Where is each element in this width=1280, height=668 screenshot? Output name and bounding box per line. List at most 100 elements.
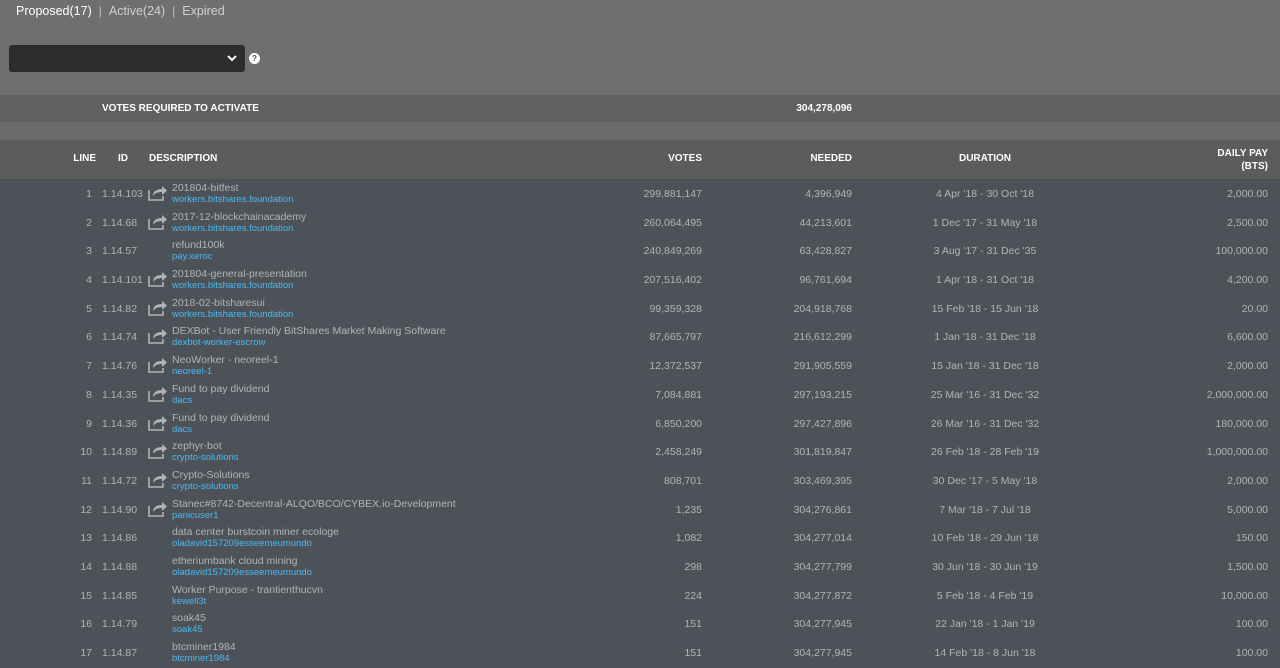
row-id: 1.14.86 <box>102 532 138 545</box>
worker-account-link[interactable]: dacs <box>172 424 269 435</box>
tab-proposed[interactable]: Proposed(17) <box>16 4 92 18</box>
share-icon[interactable] <box>148 472 168 488</box>
row-line: 13 <box>80 532 92 545</box>
worker-account-link[interactable]: workers.bitshares.foundation <box>172 309 293 320</box>
row-votes: 299,881,147 <box>643 188 702 200</box>
worker-name: NeoWorker - neoreel-1 <box>172 354 279 367</box>
worker-account-link[interactable]: kewell3t <box>172 596 323 607</box>
column-header-description[interactable]: DESCRIPTION <box>149 153 217 164</box>
row-duration: 15 Feb '18 - 15 Jun '18 <box>931 302 1039 315</box>
row-needed: 216,612,299 <box>793 331 852 344</box>
row-id: 1.14.68 <box>102 216 138 229</box>
worker-account-link[interactable]: crypto-solutions <box>172 452 239 463</box>
worker-name: 2018-02-bitsharesui <box>172 296 265 309</box>
share-icon[interactable] <box>148 501 168 517</box>
row-votes: 260,064,495 <box>643 216 702 229</box>
row-votes: 207,516,402 <box>643 274 702 287</box>
worker-name: btcminer1984 <box>172 641 236 653</box>
row-line: 9 <box>86 417 92 430</box>
row-line: 1 <box>86 188 92 200</box>
row-duration: 5 Feb '18 - 4 Feb '19 <box>936 589 1034 602</box>
worker-name: Fund to pay dividend <box>172 382 270 395</box>
share-icon[interactable] <box>148 415 168 431</box>
table-row: 16 1.14.79 soak45 soak45 151 304,277,945 22 Ja… <box>0 610 1280 639</box>
worker-account-link[interactable]: dacs <box>172 395 269 406</box>
worker-account-link[interactable]: pay.xeroc <box>172 251 225 262</box>
row-daily-pay: 2,000,000.00 <box>1206 388 1268 401</box>
row-duration: 1 Apr '18 - 31 Oct '18 <box>936 274 1034 287</box>
row-line: 7 <box>86 360 92 373</box>
row-line: 16 <box>80 618 92 631</box>
row-needed: 291,905,559 <box>793 360 852 373</box>
share-icon[interactable] <box>148 300 168 316</box>
share-icon[interactable] <box>148 271 168 287</box>
row-needed: 304,276,861 <box>793 503 852 516</box>
row-line: 12 <box>80 503 92 516</box>
row-needed: 301,819,847 <box>793 446 852 459</box>
tab-expired[interactable]: Expired <box>182 4 224 18</box>
row-daily-pay: 5,000.00 <box>1227 503 1268 516</box>
row-daily-pay: 2,000.00 <box>1227 188 1268 200</box>
row-needed: 297,193,215 <box>793 388 852 401</box>
worker-account-link[interactable]: dexbot-worker-escrow <box>172 337 446 348</box>
worker-account-link[interactable]: crypto-solutions <box>172 481 250 492</box>
row-id: 1.14.89 <box>102 446 138 459</box>
row-line: 10 <box>80 446 92 459</box>
row-duration: 14 Feb '18 - 8 Jun '18 <box>934 647 1036 659</box>
row-duration: 25 Mar '16 - 31 Dec '32 <box>930 388 1040 401</box>
row-description: NeoWorker - neoreel-1 neoreel-1 <box>172 354 279 378</box>
share-icon[interactable] <box>148 386 168 402</box>
worker-account-link[interactable]: workers.bitshares.foundation <box>172 223 306 234</box>
table-row: 4 1.14.101 201804-general-presentation work… <box>0 266 1280 295</box>
column-header-daily-pay[interactable]: DAILY PAY (BTS) <box>1160 147 1268 173</box>
column-header-id[interactable]: ID <box>118 153 128 164</box>
worker-name: Worker Purpose - trantienthucvn <box>172 583 323 596</box>
account-filter-select[interactable] <box>9 45 245 72</box>
row-description: 201804-general-presentation workers.bitsh… <box>172 269 307 292</box>
worker-account-link[interactable]: oladavid157209esseemeumundo <box>172 567 312 578</box>
row-needed: 96,761,694 <box>799 274 852 287</box>
share-icon[interactable] <box>148 328 168 345</box>
worker-account-link[interactable]: panicuser1 <box>172 510 456 521</box>
worker-account-link[interactable]: workers.bitshares.foundation <box>172 280 307 291</box>
share-icon[interactable] <box>148 214 168 230</box>
row-description: 2018-02-bitsharesui workers.bitshares.fou… <box>172 296 293 320</box>
row-id: 1.14.57 <box>102 245 138 258</box>
worker-account-link[interactable]: oladavid157209esseemeumundo <box>172 538 339 549</box>
row-daily-pay: 4,200.00 <box>1227 274 1268 287</box>
tab-active[interactable]: Active(24) <box>109 4 165 18</box>
table-row: 6 1.14.74 DEXBot - User Friendly BitShares… <box>0 323 1280 352</box>
row-votes: 151 <box>684 618 702 631</box>
row-description: refund100k pay.xeroc <box>172 240 225 263</box>
help-icon[interactable]: ? <box>249 53 260 64</box>
row-description: Stanec#8742-Decentral-ALQO/BCO/CYBEX.io-… <box>172 498 456 521</box>
row-needed: 304,277,799 <box>793 560 852 573</box>
row-line: 5 <box>86 302 92 315</box>
votes-required-label: VOTES REQUIRED TO ACTIVATE <box>102 103 259 114</box>
row-duration: 30 Jun '18 - 30 Jun '19 <box>932 560 1038 573</box>
worker-account-link[interactable]: soak45 <box>172 624 206 635</box>
share-icon[interactable] <box>148 185 168 201</box>
row-duration: 1 Jan '18 - 31 Dec '18 <box>934 331 1036 344</box>
worker-account-link[interactable]: btcminer1984 <box>172 653 236 664</box>
row-duration: 30 Dec '17 - 5 May '18 <box>932 474 1038 487</box>
table-row: 7 1.14.76 NeoWorker - neoreel-1 neoreel-1 12… <box>0 352 1280 381</box>
share-icon[interactable] <box>148 443 168 459</box>
row-line: 4 <box>86 274 92 287</box>
column-header-votes[interactable]: VOTES <box>600 153 702 164</box>
worker-account-link[interactable]: neoreel-1 <box>172 366 279 377</box>
row-line: 2 <box>86 216 92 229</box>
row-id: 1.14.87 <box>102 647 138 659</box>
row-description: DEXBot - User Friendly BitShares Market … <box>172 326 446 349</box>
column-header-duration[interactable]: DURATION <box>925 153 1045 164</box>
row-daily-pay: 20.00 <box>1241 302 1268 315</box>
table-row: 10 1.14.89 zephyr-bot crypto-solutions 2,458… <box>0 438 1280 467</box>
worker-name: zephyr-bot <box>172 440 222 453</box>
row-needed: 304,277,945 <box>793 618 852 631</box>
chevron-down-icon <box>227 55 237 62</box>
row-votes: 7,084,881 <box>655 388 702 401</box>
worker-account-link[interactable]: workers.bitshares.foundation <box>172 194 293 205</box>
share-icon[interactable] <box>148 357 168 373</box>
column-header-needed[interactable]: NEEDED <box>750 153 852 164</box>
column-header-line[interactable]: LINE <box>60 153 96 164</box>
